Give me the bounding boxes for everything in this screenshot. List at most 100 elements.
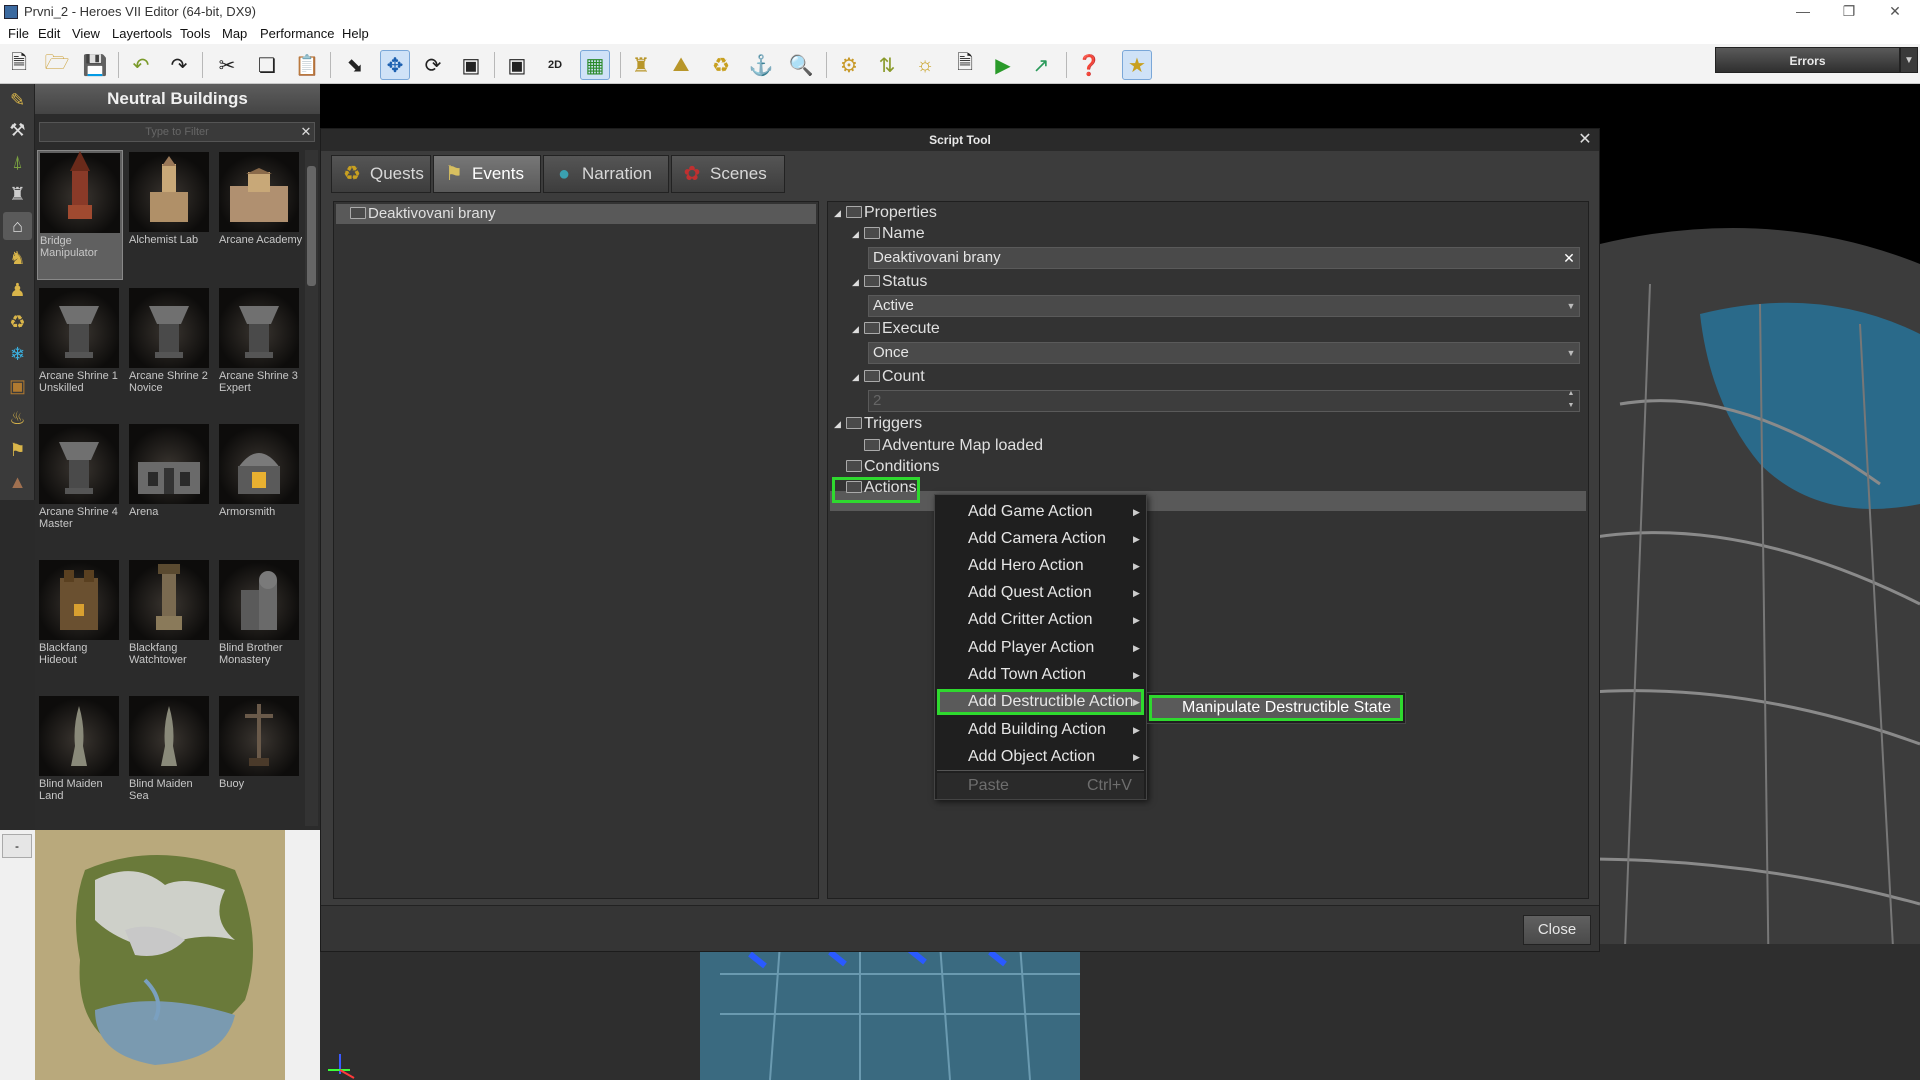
creature-icon[interactable]: ♟ [3, 276, 32, 304]
chalice-icon[interactable]: ♻ [3, 308, 32, 336]
expand-triangle-icon[interactable]: ◢ [852, 372, 862, 382]
map-search-icon[interactable]: 🔍 [786, 50, 816, 80]
filter-input[interactable]: Type to Filter [39, 122, 315, 142]
tree-icon[interactable]: ⍋ [3, 148, 32, 176]
building-item[interactable]: Blackfang Watchtower [127, 558, 213, 688]
close-icon[interactable]: ✕ [1872, 0, 1918, 24]
menu-item-add-game-action[interactable]: Add Game Action ▶ [937, 499, 1144, 525]
crystal-icon[interactable]: ❄ [3, 340, 32, 368]
settings-gears-icon[interactable]: ⚙ [834, 50, 864, 80]
terrain-icon[interactable]: ⛰ [666, 50, 696, 80]
2d-view-icon[interactable]: 2D [540, 50, 570, 80]
building-item[interactable]: Arcane Shrine 3 Expert [217, 286, 303, 416]
cut-icon[interactable]: ✂ [212, 50, 242, 80]
menu-edit[interactable]: Edit [38, 26, 60, 41]
menu-item-add-town-action[interactable]: Add Town Action ▶ [937, 662, 1144, 688]
paste-icon[interactable]: 📋 [292, 50, 322, 80]
stepper-down-icon[interactable]: ▼ [1563, 400, 1579, 412]
building-item[interactable]: Arcane Shrine 2 Novice [127, 286, 213, 416]
castle-icon[interactable]: ♜ [3, 180, 32, 208]
building-item[interactable]: Bridge Manipulator [37, 150, 123, 280]
select-icon[interactable]: ⬊ [340, 50, 370, 80]
tree-triggers[interactable]: Triggers [846, 415, 922, 433]
building-item[interactable]: Alchemist Lab [127, 150, 213, 280]
status-select[interactable]: Active [868, 295, 1580, 317]
menu-performance[interactable]: Performance [260, 26, 334, 41]
count-stepper[interactable]: 2 [868, 390, 1580, 412]
help-icon[interactable]: ❓ [1074, 50, 1104, 80]
menu-item-add-hero-action[interactable]: Add Hero Action ▶ [937, 553, 1144, 579]
tab-narration[interactable]: ● Narration [543, 155, 669, 193]
clear-name-icon[interactable]: ✕ [1561, 248, 1577, 268]
chevron-down-icon[interactable]: ▼ [1563, 296, 1579, 316]
minimap[interactable] [35, 830, 285, 1080]
menu-item-add-camera-action[interactable]: Add Camera Action ▶ [937, 526, 1144, 552]
tree-execute[interactable]: Execute [864, 320, 940, 338]
menu-item-add-destructible-action[interactable]: Add Destructible Action ▶ [937, 689, 1144, 715]
name-field[interactable]: Deaktivovani brany [868, 247, 1580, 269]
expand-triangle-icon[interactable]: ◢ [852, 324, 862, 334]
tree-status[interactable]: Status [864, 273, 927, 291]
errors-button[interactable]: Errors [1715, 47, 1900, 73]
open-folder-icon[interactable]: 🗁 [42, 50, 72, 80]
minimap-collapse-button[interactable]: - [2, 834, 32, 858]
close-button[interactable]: Close [1523, 915, 1591, 945]
document-icon[interactable]: 🗎 [950, 50, 980, 80]
script-tool-icon[interactable]: ★ [1122, 50, 1152, 80]
scale-icon[interactable]: ▣ [456, 50, 486, 80]
tab-events[interactable]: ⚑ Events [433, 155, 541, 193]
building-item[interactable]: Arcane Shrine 4 Master [37, 422, 123, 552]
expand-triangle-icon[interactable]: ◢ [852, 277, 862, 287]
save-icon[interactable]: 💾 [80, 50, 110, 80]
expand-triangle-icon[interactable]: ◢ [834, 419, 844, 429]
building-item[interactable]: Blind Maiden Land [37, 694, 123, 824]
menu-view[interactable]: View [72, 26, 100, 41]
menu-item-add-quest-action[interactable]: Add Quest Action ▶ [937, 580, 1144, 606]
tree-count[interactable]: Count [864, 368, 925, 386]
tree-trigger-item[interactable]: Adventure Map loaded [864, 437, 1043, 455]
new-file-icon[interactable]: 🗎 [4, 50, 34, 80]
list-item[interactable]: Deaktivovani brany [336, 204, 816, 224]
building-item[interactable]: Arcane Shrine 1 Unskilled [37, 286, 123, 416]
lightbulb-icon[interactable]: ☼ [910, 50, 940, 80]
clear-filter-icon[interactable]: ✕ [298, 123, 314, 141]
chest-icon[interactable]: ▣ [3, 372, 32, 400]
grid-icon[interactable]: ▦ [580, 50, 610, 80]
menu-layertools[interactable]: Layertools [112, 26, 172, 41]
undo-icon[interactable]: ↶ [126, 50, 156, 80]
camera-view-icon[interactable]: ▣ [502, 50, 532, 80]
menu-item-add-object-action[interactable]: Add Object Action ▶ [937, 744, 1144, 770]
menu-item-manipulate-destructible-state[interactable]: Manipulate Destructible State [1149, 695, 1403, 721]
execute-select[interactable]: Once [868, 342, 1580, 364]
tab-scenes[interactable]: ✿ Scenes [671, 155, 785, 193]
banner-icon[interactable]: ⚑ [3, 436, 32, 464]
minimize-icon[interactable]: — [1780, 0, 1826, 24]
menu-item-add-building-action[interactable]: Add Building Action ▶ [937, 717, 1144, 743]
hero-icon[interactable]: ♞ [3, 244, 32, 272]
trophy-icon[interactable]: ♻ [706, 50, 736, 80]
building-item[interactable]: Buoy [217, 694, 303, 824]
tree-conditions[interactable]: Conditions [846, 458, 940, 476]
close-icon[interactable]: ✕ [1575, 130, 1595, 150]
building-item[interactable]: Blind Maiden Sea [127, 694, 213, 824]
pickaxe-icon[interactable]: ⚒ [3, 116, 32, 144]
neutral-building-icon[interactable]: ⌂ [3, 212, 32, 240]
building-item[interactable]: Arena [127, 422, 213, 552]
menu-help[interactable]: Help [342, 26, 369, 41]
lamp-icon[interactable]: ♨ [3, 404, 32, 432]
panel-scrollbar[interactable] [305, 150, 318, 826]
play-icon[interactable]: ▶ [988, 50, 1018, 80]
rotate-icon[interactable]: ⟳ [418, 50, 448, 80]
building-item[interactable]: Blackfang Hideout [37, 558, 123, 688]
stepper-up-icon[interactable]: ▲ [1563, 388, 1579, 400]
export-icon[interactable]: ↗ [1026, 50, 1056, 80]
building-item[interactable]: Blind Brother Monastery [217, 558, 303, 688]
misc-object-icon[interactable]: ▲ [3, 468, 32, 496]
paint-brush-icon[interactable]: ✎ [3, 86, 32, 114]
tree-name[interactable]: Name [864, 225, 925, 243]
menu-tools[interactable]: Tools [180, 26, 210, 41]
expand-triangle-icon[interactable]: ◢ [834, 208, 844, 218]
redo-icon[interactable]: ↷ [164, 50, 194, 80]
menu-item-add-critter-action[interactable]: Add Critter Action ▶ [937, 607, 1144, 633]
tab-quests[interactable]: ♻ Quests [331, 155, 431, 193]
